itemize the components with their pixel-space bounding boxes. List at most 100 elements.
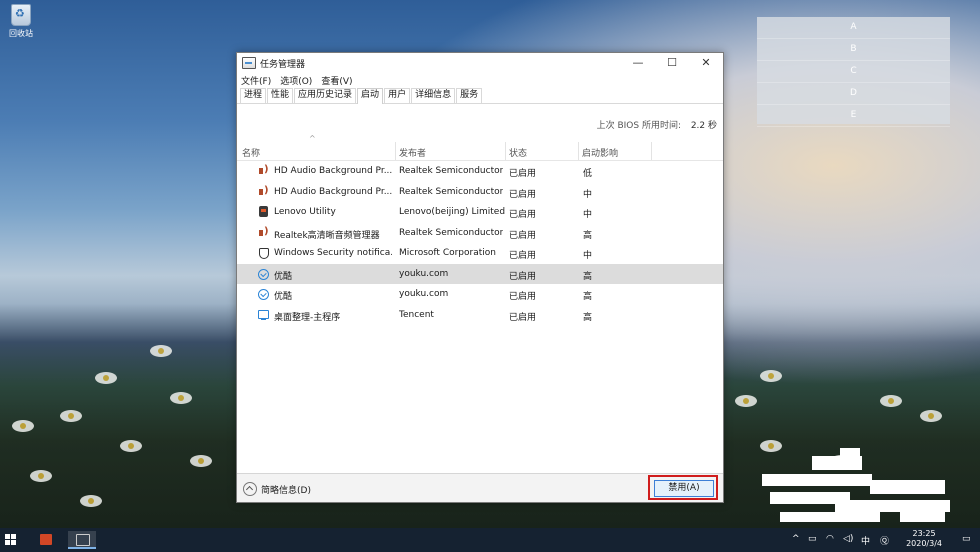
row-publisher: Realtek Semiconductor xyxy=(399,186,504,197)
row-impact: 中 xyxy=(583,251,593,261)
window-footer: 简略信息(D) 禁用(A) xyxy=(237,473,723,502)
ime-indicator[interactable]: 中 xyxy=(861,534,870,547)
tab-bar: 进程 性能 应用历史记录 启动 用户 详细信息 服务 xyxy=(237,88,723,104)
table-row[interactable]: 桌面整理-主程序 Tencent 已启用 高 xyxy=(237,305,723,326)
monitor-icon xyxy=(258,309,269,320)
table-row[interactable]: Lenovo Utility Lenovo(beijing) Limited 已… xyxy=(237,202,723,223)
row-name: 桌面整理-主程序 xyxy=(274,312,341,323)
option-c[interactable]: C xyxy=(757,61,950,83)
wifi-icon[interactable]: ◠ xyxy=(826,534,834,544)
menu-file[interactable]: 文件(F) xyxy=(241,74,271,87)
windows-start-icon[interactable] xyxy=(5,534,17,546)
tab-users[interactable]: 用户 xyxy=(384,88,411,103)
column-divider[interactable] xyxy=(651,142,652,160)
column-divider[interactable] xyxy=(505,142,506,160)
row-status: 已启用 xyxy=(509,251,537,261)
title-bar[interactable]: 任务管理器 — ☐ ✕ xyxy=(237,53,723,73)
youku-icon xyxy=(258,268,269,280)
tab-details[interactable]: 详细信息 xyxy=(411,88,456,103)
bios-time-value: 2.2 秒 xyxy=(690,121,717,131)
row-status: 已启用 xyxy=(509,292,537,302)
column-header-name[interactable]: 名称 xyxy=(242,146,260,159)
task-manager-window: 任务管理器 — ☐ ✕ 文件(F) 选项(O) 查看(V) 进程 性能 应用历史… xyxy=(236,52,724,503)
tab-performance[interactable]: 性能 xyxy=(267,88,294,103)
option-b[interactable]: B xyxy=(757,39,950,61)
search-tray-icon[interactable]: Ⓠ xyxy=(880,534,889,547)
speaker-icon xyxy=(258,164,270,177)
row-name: Lenovo Utility xyxy=(274,207,336,217)
disable-button[interactable]: 禁用(A) xyxy=(654,480,714,497)
table-row[interactable]: Realtek高清晰音频管理器 Realtek Semiconductor 已启… xyxy=(237,223,723,244)
tab-app-history[interactable]: 应用历史记录 xyxy=(294,88,357,103)
option-a[interactable]: A xyxy=(757,17,950,39)
recycle-bin-icon xyxy=(11,4,31,26)
row-impact: 高 xyxy=(583,230,593,241)
menu-view[interactable]: 查看(V) xyxy=(321,74,352,87)
table-row-selected[interactable]: 优酷 youku.com 已启用 高 xyxy=(237,263,723,284)
row-publisher: Realtek Semiconductor xyxy=(399,166,504,176)
row-status: 已启用 xyxy=(509,312,537,323)
taskbar: ^ ▭ ◠ ◁) 中 Ⓠ 23:25 2020/3/4 ▭ xyxy=(0,528,980,552)
row-status: 已启用 xyxy=(509,210,537,220)
column-divider[interactable] xyxy=(395,142,396,160)
row-name: Realtek高清晰音频管理器 xyxy=(274,230,380,241)
clock-date: 2020/3/4 xyxy=(906,539,942,548)
option-panel: A B C D E xyxy=(757,17,950,127)
column-header-status[interactable]: 状态 xyxy=(509,146,527,159)
recycle-bin-shortcut[interactable]: 回收站 xyxy=(6,4,36,39)
clock[interactable]: 23:25 2020/3/4 xyxy=(906,529,942,549)
row-impact: 高 xyxy=(583,292,593,302)
task-manager-icon xyxy=(242,57,256,69)
highlight-box: 禁用(A) xyxy=(648,475,718,500)
row-impact: 中 xyxy=(583,210,593,220)
column-header-publisher[interactable]: 发布者 xyxy=(399,146,426,159)
row-status: 已启用 xyxy=(509,230,537,241)
chevron-up-tray-icon[interactable]: ^ xyxy=(792,534,800,544)
battery-icon[interactable]: ▭ xyxy=(808,534,817,544)
notification-icon[interactable]: ▭ xyxy=(962,534,971,544)
tab-startup[interactable]: 启动 xyxy=(357,88,384,104)
table-header: ^ 名称 发布者 状态 启动影响 xyxy=(237,134,723,161)
row-publisher: Lenovo(beijing) Limited xyxy=(399,207,506,217)
table-row[interactable]: 优酷 youku.com 已启用 高 xyxy=(237,284,723,305)
column-divider[interactable] xyxy=(578,142,579,160)
youku-icon xyxy=(258,289,269,300)
close-button[interactable]: ✕ xyxy=(689,53,723,73)
row-publisher: youku.com xyxy=(399,289,449,299)
row-name: HD Audio Background Pr... xyxy=(274,186,392,197)
bios-time-label: 上次 BIOS 所用时间: xyxy=(596,121,681,131)
row-status: 已启用 xyxy=(509,189,537,200)
minimize-button[interactable]: — xyxy=(621,53,655,73)
fewer-details-link[interactable]: 简略信息(D) xyxy=(261,483,311,496)
powerpoint-taskbar-icon[interactable] xyxy=(32,531,60,549)
startup-table-body: HD Audio Background Pr... Realtek Semico… xyxy=(237,161,723,325)
column-header-impact[interactable]: 启动影响 xyxy=(582,146,618,159)
task-manager-taskbar-icon[interactable] xyxy=(68,531,96,549)
volume-icon[interactable]: ◁) xyxy=(843,534,853,544)
row-status: 已启用 xyxy=(509,169,537,179)
lenovo-icon xyxy=(259,206,268,217)
table-row[interactable]: Windows Security notifica... Microsoft C… xyxy=(237,243,723,264)
maximize-button[interactable]: ☐ xyxy=(655,53,689,73)
row-name: 优酷 xyxy=(274,292,293,302)
row-publisher: Tencent xyxy=(399,309,434,320)
sort-up-icon: ^ xyxy=(309,134,316,143)
row-impact: 低 xyxy=(583,169,593,179)
tab-services[interactable]: 服务 xyxy=(456,88,483,103)
clock-time: 23:25 xyxy=(912,529,936,538)
menu-options[interactable]: 选项(O) xyxy=(280,74,312,87)
tab-processes[interactable]: 进程 xyxy=(240,88,267,103)
shield-icon xyxy=(259,248,269,259)
menu-bar: 文件(F) 选项(O) 查看(V) xyxy=(237,73,723,88)
option-d[interactable]: D xyxy=(757,83,950,105)
table-row[interactable]: HD Audio Background Pr... Realtek Semico… xyxy=(237,161,723,182)
table-row[interactable]: HD Audio Background Pr... Realtek Semico… xyxy=(237,182,723,203)
row-publisher: Microsoft Corporation xyxy=(399,248,496,258)
row-name: 优酷 xyxy=(274,271,293,282)
recycle-bin-label: 回收站 xyxy=(9,29,33,38)
chevron-up-icon[interactable] xyxy=(243,482,257,496)
row-status: 已启用 xyxy=(509,271,537,282)
row-publisher: youku.com xyxy=(399,268,449,279)
row-impact: 高 xyxy=(583,312,593,323)
option-e[interactable]: E xyxy=(757,105,950,127)
